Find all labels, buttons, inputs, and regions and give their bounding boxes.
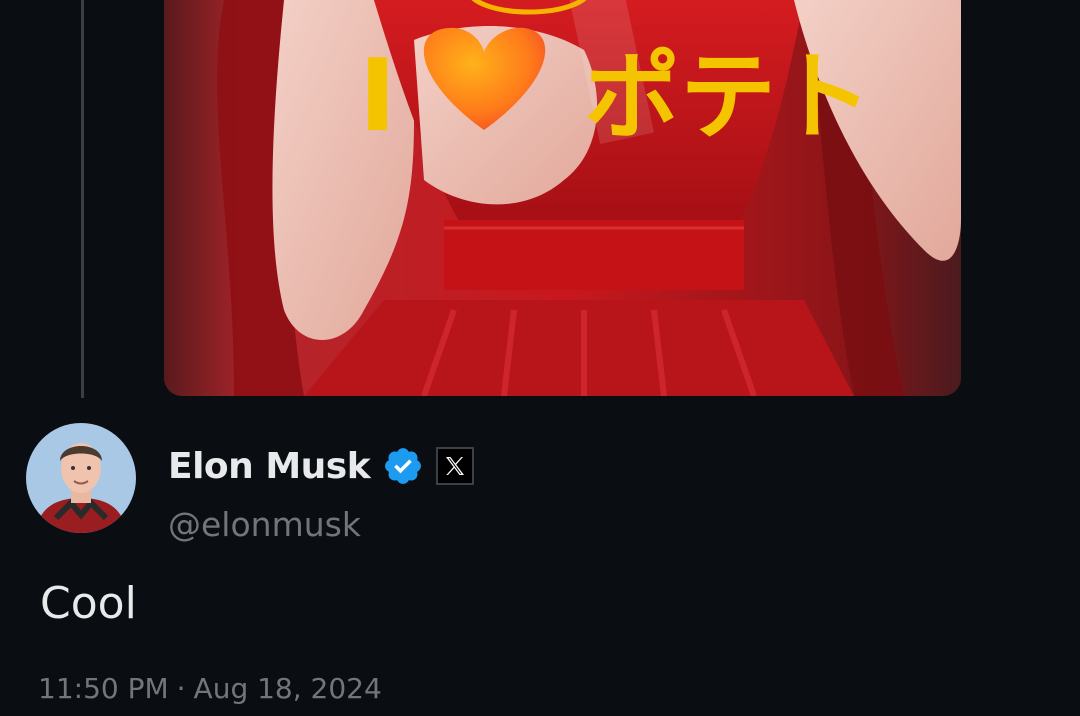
media-overlay-prefix: I: [359, 37, 396, 154]
tweet-time[interactable]: 11:50 PM: [38, 672, 169, 705]
author-row: Elon Musk: [168, 441, 475, 491]
author-handle[interactable]: @elonmusk: [168, 505, 361, 544]
thread-connector-line: [81, 0, 84, 398]
tweet-text: Cool: [40, 578, 137, 629]
tweet-date[interactable]: Aug 18, 2024: [194, 672, 382, 705]
meta-separator: ·: [176, 672, 186, 705]
verified-badge-icon[interactable]: [382, 445, 424, 487]
x-logo-icon[interactable]: [436, 447, 475, 485]
tweet-meta: 11:50 PM · Aug 18, 2024: [38, 672, 382, 705]
author-display-name[interactable]: Elon Musk: [168, 446, 371, 487]
media-overlay-suffix: ポテト: [584, 41, 872, 153]
tweet-detail-view: I ポテト Elon Musk @elonmusk Cool 11:50 PM …: [0, 0, 1080, 716]
avatar[interactable]: [26, 423, 136, 533]
tweet-media-image[interactable]: I ポテト: [164, 0, 961, 396]
